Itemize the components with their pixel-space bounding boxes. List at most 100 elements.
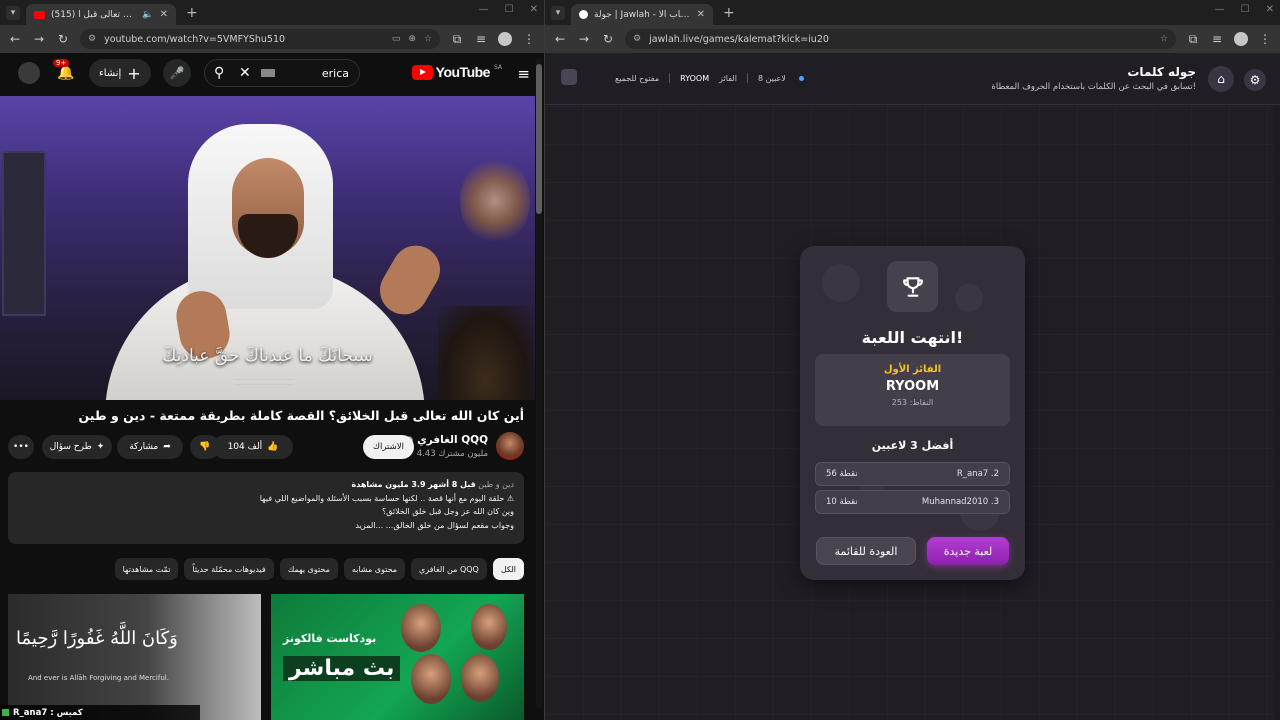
new-tab-icon[interactable]: + bbox=[723, 5, 735, 21]
thumbnail-english-translation: And ever is Allāh Forgiving and Merciful… bbox=[28, 674, 169, 682]
thumbnail-arabic-verse: وَكَانَ اللَّهُ غَفُورًا رَّحِيمًا bbox=[16, 628, 178, 649]
bookmark-star-icon[interactable]: ☆ bbox=[424, 34, 432, 44]
notifications-badge: 9+ bbox=[53, 59, 70, 67]
thumbnail-person bbox=[471, 604, 507, 650]
youtube-logo[interactable]: YouTube SA bbox=[411, 64, 502, 80]
back-to-menu-button[interactable]: العودة للقائمة bbox=[816, 537, 916, 565]
more-actions-icon[interactable]: ••• bbox=[8, 435, 34, 459]
chip-watched[interactable]: تمّت مشاهدتها bbox=[114, 558, 179, 580]
reload-icon[interactable]: ↻ bbox=[601, 32, 615, 46]
tab-search-button[interactable]: ▾ bbox=[6, 5, 20, 20]
account-avatar[interactable] bbox=[18, 62, 40, 84]
chip-for-you[interactable]: محتوى يهمك bbox=[279, 558, 338, 580]
minimize-icon[interactable]: — bbox=[479, 4, 489, 15]
header-winner-label: الفائز bbox=[719, 73, 737, 83]
address-bar-row: ← → ↻ ⚙ jawlah.live/games/kalemat?kick=i… bbox=[545, 25, 1280, 53]
thumbnail-live-label: بث مباشر bbox=[283, 656, 401, 681]
hamburger-menu-icon[interactable]: ≡ bbox=[517, 65, 530, 83]
players-count: 8 لاعبين bbox=[757, 73, 786, 83]
profile-avatar[interactable] bbox=[1234, 32, 1248, 46]
show-more-link[interactable]: ...المزيد bbox=[355, 521, 383, 530]
video-player[interactable]: سبحانَكَ ما عبدناكَ حقَّ عبادتِكَ bbox=[0, 96, 535, 400]
channel-name[interactable]: ● الغافري QQQ bbox=[404, 434, 488, 446]
share-button[interactable]: مشاركة ➦ bbox=[117, 435, 183, 459]
new-tab-icon[interactable]: + bbox=[186, 5, 198, 21]
forward-icon[interactable]: → bbox=[577, 32, 591, 46]
mute-icon[interactable]: 🔈 bbox=[142, 10, 153, 20]
youtube-tab[interactable]: (515) أين كان الله تعالى قبل ا... 🔈 ✕ bbox=[26, 4, 176, 25]
video-description[interactable]: دين و طين قبل 8 أشهر 3.9 مليون مشاهدة حل… bbox=[8, 472, 524, 544]
search-box[interactable]: ✕ erica bbox=[204, 59, 360, 87]
extensions-icon[interactable]: ⧉ bbox=[450, 32, 464, 47]
chat-message: R_ana7 : كميس bbox=[13, 707, 83, 718]
channel-row: ● الغافري QQQ 4.43 مليون مشترك الاشتراك … bbox=[8, 432, 524, 462]
like-button[interactable]: 104 ألف 👍 bbox=[228, 442, 279, 452]
maximize-icon[interactable]: ☐ bbox=[1241, 4, 1250, 15]
keyboard-icon[interactable] bbox=[260, 69, 275, 77]
page-scrollbar[interactable] bbox=[536, 58, 542, 708]
settings-gear-icon[interactable]: ⚙ bbox=[1244, 69, 1266, 91]
home-icon[interactable]: ⌂ bbox=[1208, 66, 1234, 92]
reading-list-icon[interactable]: ≡ bbox=[474, 32, 488, 46]
jawlah-browser-window: ▾ جولة | Jawlah - منصة الألعاب الا... ✕ … bbox=[545, 0, 1280, 720]
new-game-button[interactable]: لعبة جديدة bbox=[927, 537, 1009, 565]
decor-bubble bbox=[822, 264, 860, 302]
video-upload-time: قبل 8 أشهر bbox=[428, 480, 476, 489]
address-bar-row: ← → ↻ ⚙ youtube.com/watch?v=5VMFYShu510 … bbox=[0, 25, 544, 53]
chip-recently-uploaded[interactable]: فيديوهات محمّلة حديثاً bbox=[184, 558, 274, 580]
browser-menu-icon[interactable]: ⋮ bbox=[522, 32, 536, 46]
url-bar[interactable]: ⚙ jawlah.live/games/kalemat?kick=iu20 ☆ bbox=[625, 29, 1176, 49]
subscribe-button[interactable]: الاشتراك bbox=[363, 435, 414, 459]
chip-all[interactable]: الكل bbox=[492, 558, 524, 580]
back-icon[interactable]: ← bbox=[8, 32, 22, 46]
jawlah-tab[interactable]: جولة | Jawlah - منصة الألعاب الا... ✕ bbox=[571, 4, 713, 25]
tab-bar: ▾ جولة | Jawlah - منصة الألعاب الا... ✕ … bbox=[545, 0, 1280, 25]
tab-title: (515) أين كان الله تعالى قبل ا... bbox=[51, 9, 136, 20]
search-icon[interactable]: ⚲ bbox=[214, 65, 224, 81]
create-label: إنشاء bbox=[99, 67, 122, 79]
region-code: SA bbox=[493, 64, 502, 71]
kick-logo-icon[interactable] bbox=[561, 69, 577, 85]
related-video-thumbnail[interactable]: بودكاست فالكونز بث مباشر bbox=[271, 594, 524, 720]
related-video-thumbnail[interactable]: وَكَانَ اللَّهُ غَفُورًا رَّحِيمًا And e… bbox=[8, 594, 261, 720]
reload-icon[interactable]: ↻ bbox=[56, 32, 70, 46]
maximize-icon[interactable]: ☐ bbox=[505, 4, 514, 15]
chip-similar[interactable]: محتوى مشابه bbox=[343, 558, 406, 580]
notifications-bell-icon[interactable]: 🔔 9+ bbox=[53, 59, 74, 81]
like-dislike-group: 104 ألف 👍 bbox=[213, 435, 293, 459]
back-icon[interactable]: ← bbox=[553, 32, 567, 46]
channel-avatar[interactable] bbox=[496, 432, 524, 460]
reading-list-icon[interactable]: ≡ bbox=[1210, 32, 1224, 46]
close-tab-icon[interactable]: ✕ bbox=[697, 9, 705, 20]
cast-icon[interactable]: ▭ bbox=[392, 34, 401, 44]
close-tab-icon[interactable]: ✕ bbox=[160, 9, 168, 20]
url-bar[interactable]: ⚙ youtube.com/watch?v=5VMFYShu510 ▭ ⊕ ☆ bbox=[80, 29, 440, 49]
bookmark-star-icon[interactable]: ☆ bbox=[1160, 34, 1168, 44]
chip-from-channel[interactable]: من الغافري QQQ bbox=[411, 558, 487, 580]
page-scrollbar[interactable] bbox=[1274, 106, 1280, 720]
close-window-icon[interactable]: ✕ bbox=[1266, 4, 1274, 15]
browser-menu-icon[interactable]: ⋮ bbox=[1258, 32, 1272, 46]
youtube-play-icon bbox=[411, 64, 433, 80]
zoom-icon[interactable]: ⊕ bbox=[408, 34, 416, 44]
ask-question-button[interactable]: طرح سؤال ✦ bbox=[42, 435, 112, 459]
site-info-icon[interactable]: ⚙ bbox=[88, 34, 96, 44]
close-window-icon[interactable]: ✕ bbox=[530, 4, 538, 15]
forward-icon[interactable]: → bbox=[32, 32, 46, 46]
description-line-3: وجواب مقعم لسؤال من خلق الخالق... bbox=[385, 520, 514, 530]
video-tags: دين و طين bbox=[478, 480, 514, 489]
voice-search-mic-icon[interactable]: 🎤 bbox=[163, 59, 191, 87]
scrollbar-thumb[interactable] bbox=[536, 64, 542, 214]
clear-search-icon[interactable]: ✕ bbox=[239, 65, 251, 81]
minimize-icon[interactable]: — bbox=[1215, 4, 1225, 15]
dislike-button[interactable]: 👎 bbox=[190, 435, 220, 459]
profile-avatar[interactable] bbox=[498, 32, 512, 46]
tab-search-button[interactable]: ▾ bbox=[551, 5, 565, 20]
ask-label: طرح سؤال bbox=[49, 442, 92, 452]
site-info-icon[interactable]: ⚙ bbox=[633, 34, 641, 44]
search-input[interactable]: erica bbox=[285, 67, 349, 80]
extensions-icon[interactable]: ⧉ bbox=[1186, 32, 1200, 47]
first-place-points: النقاط: 253 bbox=[891, 398, 934, 407]
create-button[interactable]: إنشاء + bbox=[89, 59, 151, 87]
video-caption: سبحانَكَ ما عبدناكَ حقَّ عبادتِكَ bbox=[162, 346, 373, 366]
